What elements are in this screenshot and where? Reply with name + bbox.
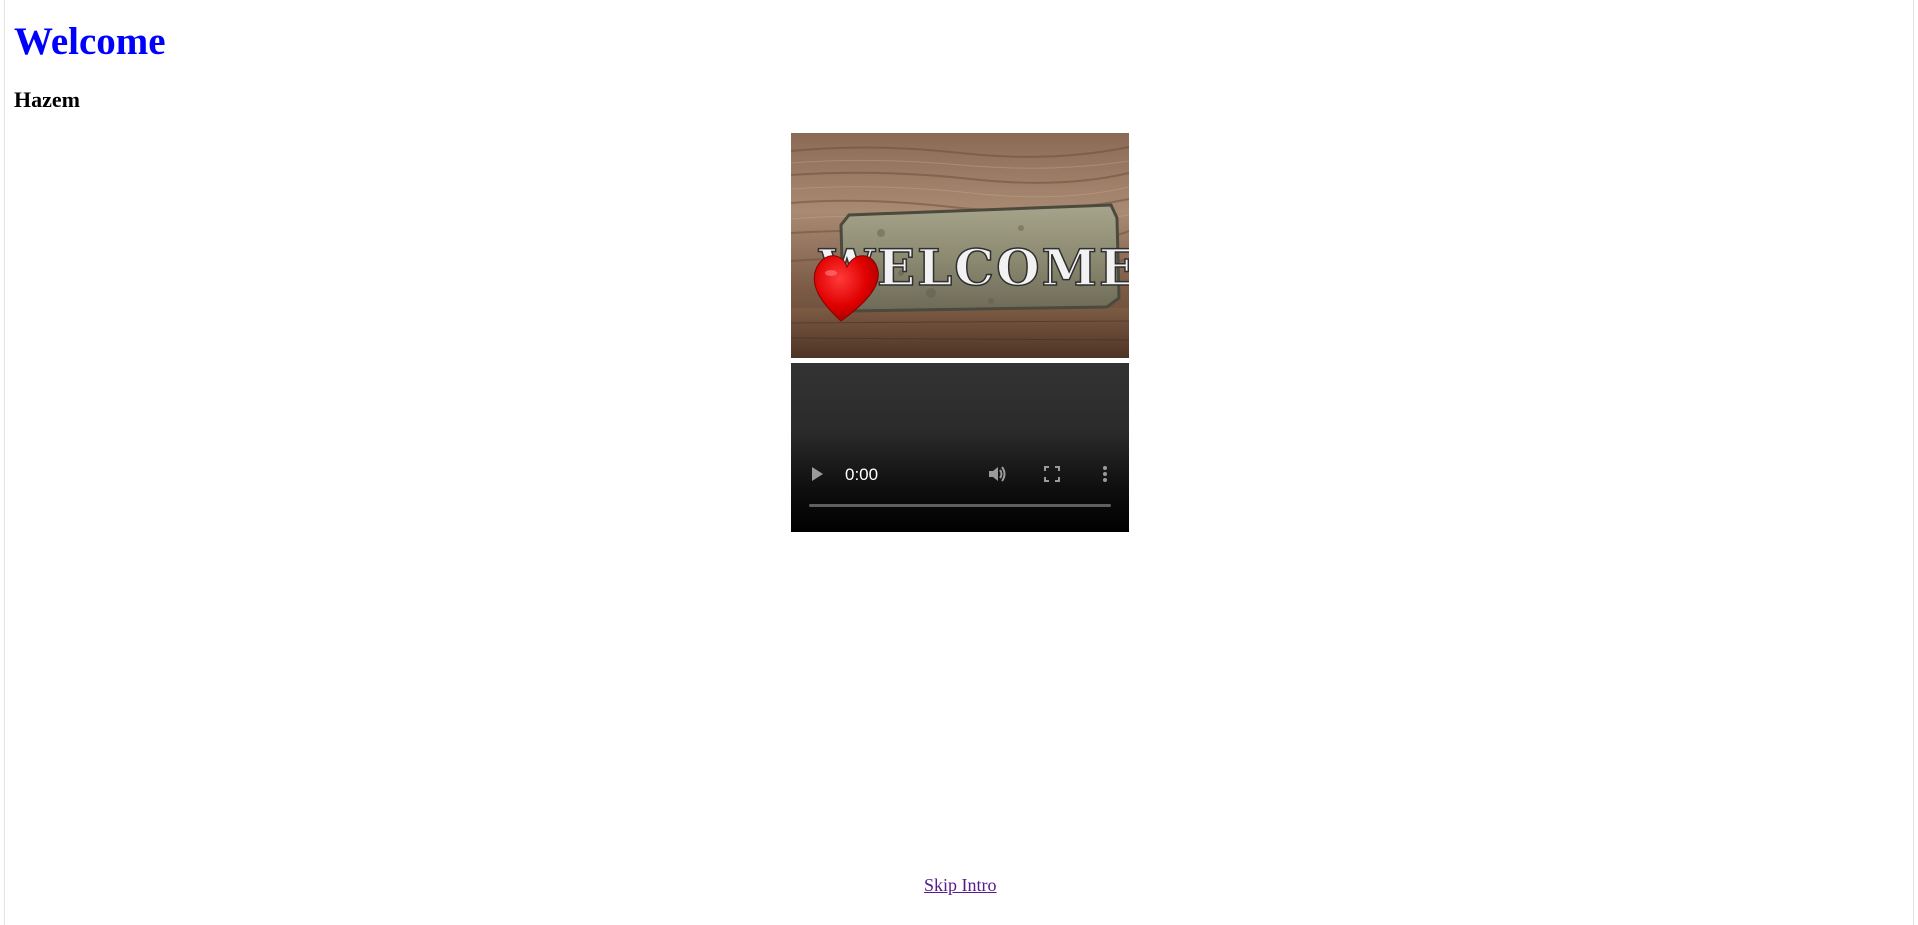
video-player[interactable]: 0:00 bbox=[791, 363, 1129, 532]
volume-icon[interactable] bbox=[986, 463, 1008, 485]
page-title: Welcome bbox=[14, 20, 166, 63]
play-icon[interactable] bbox=[806, 463, 828, 485]
more-vert-icon[interactable] bbox=[1094, 463, 1116, 485]
fullscreen-icon[interactable] bbox=[1041, 463, 1063, 485]
user-name: Hazem bbox=[14, 87, 80, 112]
progress-bar[interactable] bbox=[809, 504, 1111, 507]
time-display: 0:00 bbox=[845, 465, 879, 484]
welcome-image: WELCOME bbox=[791, 133, 1129, 358]
skip-intro-link[interactable]: Skip Intro bbox=[924, 875, 997, 895]
